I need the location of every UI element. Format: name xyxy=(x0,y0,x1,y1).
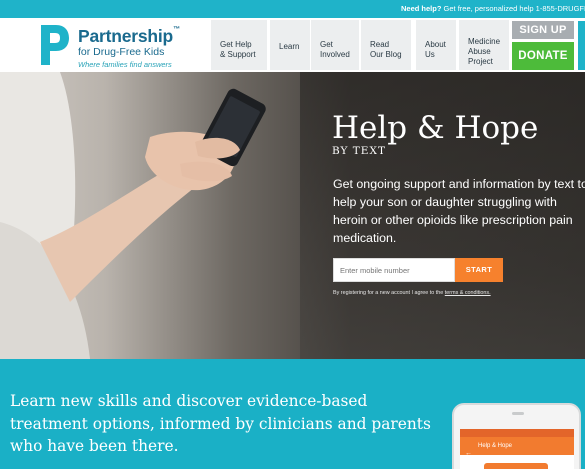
nav-medicine-abuse-project[interactable]: Medicine Abuse Project xyxy=(459,20,509,70)
nav-get-help[interactable]: Get Help & Support xyxy=(211,20,267,70)
info-text: Learn new skills and discover evidence-b… xyxy=(10,392,431,455)
phone-screen: ← Help & Hope xyxy=(460,429,574,469)
nav-edge-accent xyxy=(578,21,585,70)
mobile-number-input[interactable] xyxy=(333,258,455,282)
site-logo[interactable]: Partnership™ for Drug-Free Kids Where fa… xyxy=(38,22,188,70)
donate-button[interactable]: DONATE xyxy=(512,42,574,70)
phone-mockup: ← Help & Hope xyxy=(452,403,581,469)
phone-app-title: Help & Hope xyxy=(478,443,513,449)
logo-subname: for Drug-Free Kids xyxy=(78,46,165,58)
logo-p-mark-icon xyxy=(41,25,69,65)
nav-about-us[interactable]: About Us xyxy=(416,20,456,70)
logo-name: Partnership™ xyxy=(78,26,180,46)
sign-up-button[interactable]: SIGN UP xyxy=(512,21,574,39)
nav-learn[interactable]: Learn xyxy=(270,20,310,70)
nav-get-involved[interactable]: Get Involved xyxy=(311,20,359,70)
hero-banner: Help & Hope BY TEXT Get ongoing support … xyxy=(0,72,585,359)
phone-status-bar xyxy=(460,429,574,437)
terms-link[interactable]: terms & conditions. xyxy=(445,290,491,296)
terms-notice: By registering for a new account I agree… xyxy=(333,290,491,296)
main-navigation: Partnership™ for Drug-Free Kids Where fa… xyxy=(0,18,585,72)
hero-title: Help & Hope xyxy=(332,110,539,146)
terms-prefix: By registering for a new account I agree… xyxy=(333,290,444,296)
phone-app-bar: ← Help & Hope xyxy=(460,437,574,457)
help-bar: Need help? Get free, personalized help 1… xyxy=(0,0,585,18)
help-bar-text[interactable]: Get free, personalized help 1-855-DRUGFR… xyxy=(444,4,585,13)
help-bar-lead: Need help? xyxy=(401,4,442,13)
start-button[interactable]: START xyxy=(455,258,503,282)
back-arrow-icon: ← xyxy=(465,450,472,457)
phone-camera xyxy=(512,412,524,415)
nav-read-blog[interactable]: Read Our Blog xyxy=(361,20,411,70)
hero-subtitle: BY TEXT xyxy=(332,145,386,157)
info-section: Learn new skills and discover evidence-b… xyxy=(0,359,585,469)
phone-orange-button xyxy=(484,463,548,469)
hero-description: Get ongoing support and information by t… xyxy=(333,177,585,245)
logo-tagline: Where families find answers xyxy=(78,60,172,69)
